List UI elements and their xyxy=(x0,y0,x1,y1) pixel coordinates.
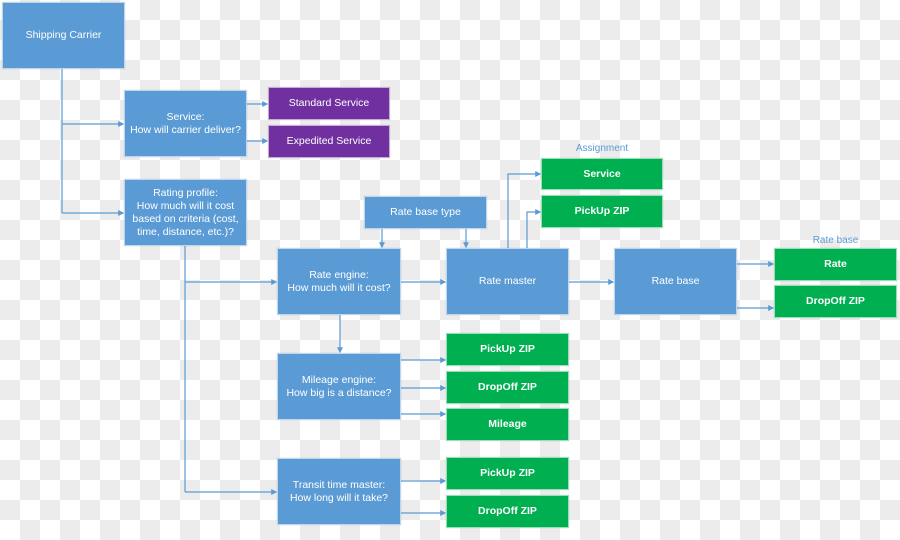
shipping-carrier-node: Shipping Carrier xyxy=(2,2,125,69)
mileage-engine-node: Mileage engine: How big is a distance? xyxy=(277,353,401,420)
assignment-service-node: Service xyxy=(541,158,663,190)
rate-node: Rate xyxy=(774,248,897,281)
transit-pickup-zip-node: PickUp ZIP xyxy=(446,457,569,490)
rate-base-dropoff-zip-node: DropOff ZIP xyxy=(774,285,897,318)
mileage-dropoff-zip-node: DropOff ZIP xyxy=(446,371,569,404)
rating-profile-node: Rating profile: How much will it cost ba… xyxy=(124,179,247,246)
mileage-pickup-zip-node: PickUp ZIP xyxy=(446,333,569,366)
rate-master-node: Rate master xyxy=(446,248,569,315)
assignment-group-label: Assignment xyxy=(575,143,629,154)
mileage-node: Mileage xyxy=(446,408,569,441)
rate-base-group-label: Rate base xyxy=(812,235,859,246)
connector xyxy=(526,209,542,248)
rate-base-node: Rate base xyxy=(614,248,737,315)
assignment-pickup-zip-node: PickUp ZIP xyxy=(541,195,663,228)
connector xyxy=(507,171,542,248)
transit-time-master-node: Transit time master: How long will it ta… xyxy=(277,458,401,525)
rate-base-type-node: Rate base type xyxy=(364,196,487,229)
standard-service-node: Standard Service xyxy=(268,87,390,120)
expedited-service-node: Expedited Service xyxy=(268,125,390,158)
transit-dropoff-zip-node: DropOff ZIP xyxy=(446,495,569,528)
service-node: Service: How will carrier deliver? xyxy=(124,90,247,157)
rate-engine-node: Rate engine: How much will it cost? xyxy=(277,248,401,315)
